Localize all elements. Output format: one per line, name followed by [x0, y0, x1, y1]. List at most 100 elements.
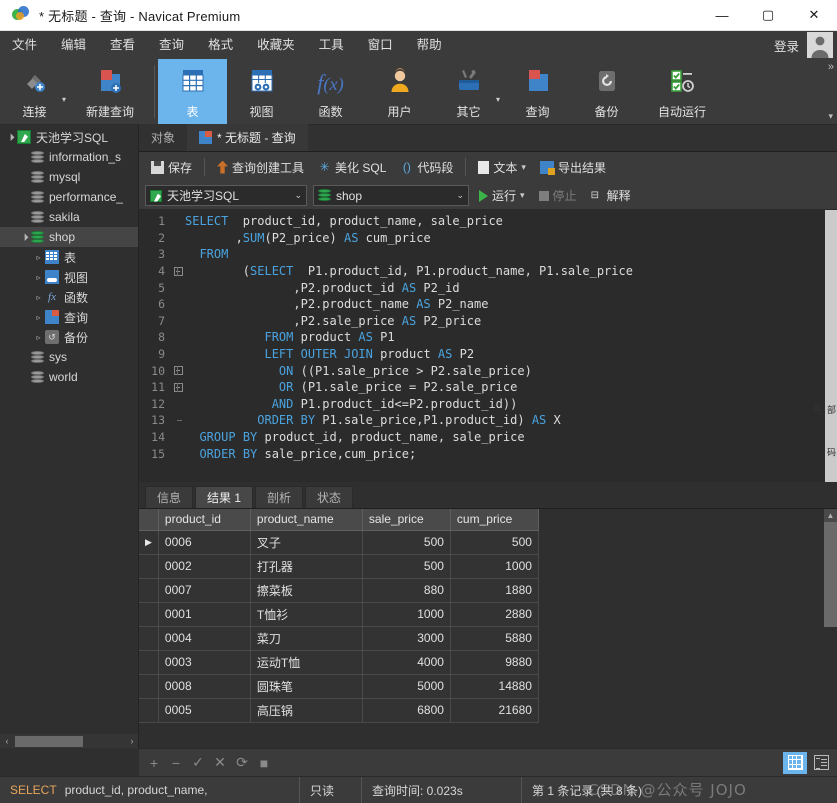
chevron-right-icon[interactable]: ▹ — [32, 273, 45, 282]
fold-collapse-icon[interactable]: − — [173, 266, 183, 276]
chevron-down-icon[interactable]: ▾ — [496, 95, 500, 104]
ribbon-item-backup[interactable]: 备份 — [572, 59, 641, 124]
menu-window[interactable]: 窗口 — [356, 31, 405, 59]
cell-sale_price[interactable]: 500 — [362, 530, 451, 555]
column-header-cum_price[interactable]: cum_price — [450, 509, 539, 531]
tree-node-9[interactable]: ▹ 查询 — [0, 307, 138, 327]
ribbon-item-user[interactable]: 用户 — [365, 59, 434, 124]
cell-cum_price[interactable]: 1880 — [450, 578, 539, 603]
menu-edit[interactable]: 编辑 — [49, 31, 98, 59]
cell-sale_price[interactable]: 6800 — [362, 698, 451, 723]
tree-node-8[interactable]: ▹ fx 函数 — [0, 287, 138, 307]
ribbon-more-icon[interactable]: ▾ — [828, 111, 833, 122]
stop-icon[interactable]: ■ — [253, 753, 275, 773]
cell-product_id[interactable]: 0004 — [158, 626, 251, 651]
chevron-right-icon[interactable]: › — [125, 736, 138, 746]
cell-product_name[interactable]: 运动T恤 — [250, 650, 363, 675]
chevron-up-icon[interactable]: ▲ — [824, 509, 837, 522]
cell-product_id[interactable]: 0008 — [158, 674, 251, 699]
tree-node-1[interactable]: information_s — [0, 147, 138, 167]
cell-cum_price[interactable]: 500 — [450, 530, 539, 555]
chevron-right-icon[interactable]: ▹ — [32, 333, 45, 342]
explain-button[interactable]: ⊟ 解释 — [587, 187, 635, 204]
chevron-down-icon[interactable]: ⌄ — [294, 190, 302, 201]
add-record-icon[interactable]: + — [143, 753, 165, 773]
ribbon-item-view[interactable]: 视图 — [227, 59, 296, 124]
menu-favorites[interactable]: 收藏夹 — [245, 31, 307, 59]
chevron-down-icon[interactable]: ▾ — [62, 95, 66, 104]
ribbon-item-connection[interactable]: 连接 ▾ — [0, 59, 69, 124]
remove-record-icon[interactable]: − — [165, 753, 187, 773]
cell-sale_price[interactable]: 1000 — [362, 602, 451, 627]
close-button[interactable]: ✕ — [791, 0, 837, 31]
cell-product_name[interactable]: 高压锅 — [250, 698, 363, 723]
text-button[interactable]: 文本 ▾ — [472, 155, 532, 179]
table-row[interactable]: 0005 高压锅 6800 21680 — [139, 698, 539, 723]
tree-node-7[interactable]: ▹ 视图 — [0, 267, 138, 287]
ribbon-item-table[interactable]: 表 — [158, 59, 227, 124]
tree-node-10[interactable]: ▹ ↺ 备份 — [0, 327, 138, 347]
refresh-icon[interactable]: ⟳ — [231, 753, 253, 773]
cell-sale_price[interactable]: 3000 — [362, 626, 451, 651]
table-row[interactable]: 0004 菜刀 3000 5880 — [139, 626, 539, 651]
tree-node-4[interactable]: sakila — [0, 207, 138, 227]
table-row[interactable]: 0001 T恤衫 1000 2880 — [139, 602, 539, 627]
login-button[interactable]: 登录 — [766, 36, 807, 55]
chevron-right-icon[interactable]: ▹ — [32, 253, 45, 262]
ribbon-overflow-icon[interactable]: » — [828, 61, 834, 73]
export-result-button[interactable]: 导出结果 — [534, 155, 612, 179]
run-button[interactable]: 运行 ▾ — [475, 185, 529, 207]
cell-cum_price[interactable]: 9880 — [450, 650, 539, 675]
cell-product_name[interactable]: 擦菜板 — [250, 578, 363, 603]
column-header-product_id[interactable]: product_id — [158, 509, 251, 531]
result-tab-0[interactable]: 信息 — [145, 486, 194, 508]
chevron-right-icon[interactable]: ▹ — [32, 293, 45, 302]
maximize-button[interactable]: ▢ — [745, 0, 791, 31]
column-header-product_name[interactable]: product_name — [250, 509, 363, 531]
fold-collapse-icon[interactable]: − — [173, 366, 183, 376]
tree-node-11[interactable]: sys — [0, 347, 138, 367]
result-tab-1[interactable]: 结果 1 — [195, 486, 254, 508]
fold-gutter[interactable]: − — [171, 366, 185, 376]
sql-editor[interactable]: 1 SELECT product_id, product_name, sale_p… — [139, 210, 837, 482]
table-row[interactable]: 0008 圆珠笔 5000 14880 — [139, 674, 539, 699]
cell-product_id[interactable]: 0001 — [158, 602, 251, 627]
table-row[interactable]: ▶ 0006 叉子 500 500 — [139, 530, 539, 555]
cell-product_name[interactable]: T恤衫 — [250, 602, 363, 627]
cell-cum_price[interactable]: 14880 — [450, 674, 539, 699]
beautify-sql-button[interactable]: ✳ 美化 SQL — [312, 155, 392, 179]
chevron-down-icon[interactable]: ▾ — [521, 162, 526, 173]
cell-product_id[interactable]: 0007 — [158, 578, 251, 603]
grid-view-icon[interactable] — [783, 751, 807, 774]
apply-change-icon[interactable]: ✓ — [187, 753, 209, 773]
cancel-change-icon[interactable]: ✕ — [209, 753, 231, 773]
ribbon-item-query[interactable]: 查询 — [503, 59, 572, 124]
connection-select[interactable]: 天池学习SQL ⌄ — [145, 185, 307, 206]
cell-sale_price[interactable]: 500 — [362, 554, 451, 579]
cell-product_name[interactable]: 菜刀 — [250, 626, 363, 651]
chevron-down-icon[interactable]: ◢ — [17, 230, 32, 245]
code-snippet-button[interactable]: () 代码段 — [394, 155, 459, 179]
sidebar-hscrollbar[interactable]: ‹ › — [0, 734, 138, 748]
cell-product_id[interactable]: 0003 — [158, 650, 251, 675]
cell-product_name[interactable]: 打孔器 — [250, 554, 363, 579]
chevron-right-icon[interactable]: ▹ — [32, 313, 45, 322]
tree-node-12[interactable]: world — [0, 367, 138, 387]
cell-cum_price[interactable]: 1000 — [450, 554, 539, 579]
form-view-icon[interactable] — [809, 752, 833, 774]
menu-query[interactable]: 查询 — [147, 31, 196, 59]
user-avatar-icon[interactable] — [807, 32, 833, 58]
menu-tools[interactable]: 工具 — [307, 31, 356, 59]
result-tab-2[interactable]: 剖析 — [255, 486, 304, 508]
cell-sale_price[interactable]: 880 — [362, 578, 451, 603]
cell-sale_price[interactable]: 5000 — [362, 674, 451, 699]
chevron-down-icon[interactable]: ◢ — [3, 130, 18, 145]
cell-product_id[interactable]: 0005 — [158, 698, 251, 723]
scrollbar-thumb[interactable] — [824, 522, 837, 627]
ribbon-item-new-query[interactable]: 新建查询 — [69, 59, 151, 124]
save-button[interactable]: 保存 — [145, 155, 198, 179]
cell-cum_price[interactable]: 2880 — [450, 602, 539, 627]
chevron-left-icon[interactable]: ‹ — [0, 736, 14, 746]
table-row[interactable]: 0003 运动T恤 4000 9880 — [139, 650, 539, 675]
tree-node-5[interactable]: ◢ shop — [0, 227, 138, 247]
